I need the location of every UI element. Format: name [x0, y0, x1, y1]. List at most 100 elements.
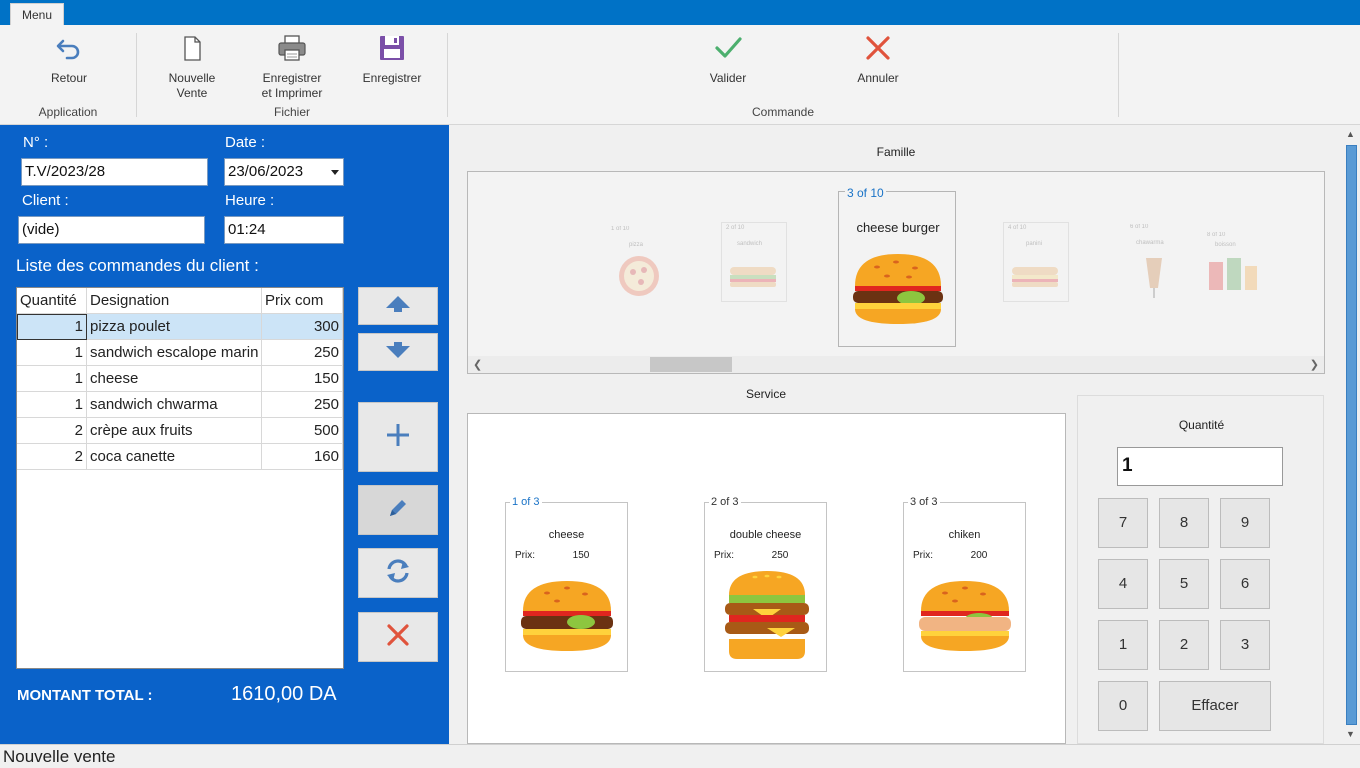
group-commande-label: Commande [751, 105, 815, 119]
key-0[interactable]: 0 [1098, 681, 1148, 731]
famille-item-cheese-burger[interactable]: 3 of 10 cheese burger [838, 186, 956, 347]
add-button[interactable] [358, 402, 438, 472]
cell-qty: 2 [17, 418, 87, 444]
famille-name: sandwich [737, 241, 763, 247]
famille-item-panini[interactable]: 4 of 10 panini [1003, 222, 1069, 302]
famille-item-sandwich[interactable]: 2 of 10 sandwich [721, 222, 787, 302]
plus-icon [385, 422, 411, 453]
retour-button[interactable]: Retour [40, 33, 98, 86]
service-list[interactable]: 1 of 3 cheese Prix: 150 2 of 3 double ch… [467, 413, 1066, 744]
famille-item-boisson[interactable]: 8 of 10 boisson [1203, 230, 1263, 300]
cell-qty: 1 [17, 392, 87, 418]
date-picker[interactable]: 23/06/2023 [224, 158, 344, 186]
key-4[interactable]: 4 [1098, 559, 1148, 609]
quantity-input[interactable]: 1 [1117, 447, 1283, 486]
famille-counter: 8 of 10 [1207, 232, 1226, 238]
service-name: chiken [948, 529, 981, 541]
group-application-label: Application [38, 105, 98, 119]
chevron-down-icon[interactable]: ▼ [1346, 729, 1355, 739]
client-field[interactable]: (vide) [18, 216, 205, 244]
chevron-up-icon[interactable]: ▲ [1346, 129, 1355, 139]
column-header-quantite[interactable]: Quantité [17, 288, 87, 314]
cell-qty: 2 [17, 444, 87, 470]
table-row[interactable]: 1 pizza poulet 300 [17, 314, 343, 340]
service-item-chiken[interactable]: 3 of 3 chiken Prix: 200 [903, 496, 1026, 672]
key-5[interactable]: 5 [1159, 559, 1209, 609]
vertical-scrollbar[interactable]: ▲ ▼ [1343, 125, 1360, 744]
table-row[interactable]: 2 crèpe aux fruits 500 [17, 418, 343, 444]
orders-table[interactable]: Quantité Designation Prix com 1 pizza po… [16, 287, 344, 669]
cell-price: 250 [262, 392, 343, 418]
chevron-down-icon[interactable] [331, 170, 339, 175]
price-value: 200 [970, 550, 988, 561]
quantity-keypad: Quantité 1 7 8 9 4 5 6 1 2 3 0 Effacer [1077, 395, 1324, 744]
nouvelle-vente-button[interactable]: Nouvelle Vente [160, 33, 224, 101]
enregistrer-imprimer-button[interactable]: Enregistrer et Imprimer [256, 33, 328, 101]
chevron-left-icon[interactable]: ❮ [473, 358, 482, 371]
famille-name: chawarma [1136, 240, 1164, 246]
table-row[interactable]: 1 cheese 150 [17, 366, 343, 392]
edit-button[interactable] [358, 485, 438, 535]
key-2[interactable]: 2 [1159, 620, 1209, 670]
close-icon [848, 33, 908, 63]
key-6[interactable]: 6 [1220, 559, 1270, 609]
num-field[interactable]: T.V/2023/28 [21, 158, 208, 186]
pos-app: Menu Retour Application Nouvelle Vente E… [0, 0, 1360, 768]
checkmark-icon [698, 33, 758, 63]
famille-item-chawarma[interactable]: 6 of 10 chawarma [1126, 222, 1198, 302]
delete-button[interactable] [358, 612, 438, 662]
column-header-designation[interactable]: Designation [87, 288, 262, 314]
service-item-double-cheese[interactable]: 2 of 3 double cheese Prix: 250 [704, 496, 827, 672]
price-value: 250 [771, 550, 789, 561]
status-bar: Nouvelle vente [0, 744, 1360, 768]
table-row[interactable]: 1 sandwich chwarma 250 [17, 392, 343, 418]
cell-designation: pizza poulet [87, 314, 262, 340]
nouvelle-vente-label-1: Nouvelle [168, 71, 216, 85]
burger-icon [521, 581, 613, 651]
order-panel: N° : T.V/2023/28 Date : 23/06/2023 Clien… [0, 125, 449, 744]
scroll-thumb[interactable] [1346, 145, 1357, 725]
price-label: Prix: [913, 550, 933, 561]
drinks-icon [1209, 258, 1257, 290]
sandwich-icon [730, 267, 776, 287]
service-title: Service [745, 387, 786, 401]
close-icon [386, 623, 410, 652]
key-3[interactable]: 3 [1220, 620, 1270, 670]
move-down-button[interactable] [358, 333, 438, 371]
cell-price: 150 [262, 366, 343, 392]
cell-price: 250 [262, 340, 343, 366]
undo-icon [40, 33, 98, 63]
move-up-button[interactable] [358, 287, 438, 325]
chevron-right-icon[interactable]: ❯ [1310, 358, 1319, 371]
service-item-cheese[interactable]: 1 of 3 cheese Prix: 150 [505, 496, 628, 672]
chawarma-icon [1146, 258, 1162, 298]
cell-price: 160 [262, 444, 343, 470]
famille-item-pizza[interactable]: 1 of 10 pizza [607, 224, 677, 304]
enregistrer-imprimer-label-1: Enregistrer [262, 71, 322, 85]
enregistrer-button[interactable]: Enregistrer [360, 33, 424, 86]
key-7[interactable]: 7 [1098, 498, 1148, 548]
famille-carousel[interactable]: 1 of 10 pizza 2 of 10 sandwich 4 of 10 p… [467, 171, 1325, 374]
enregistrer-label: Enregistrer [362, 71, 422, 85]
client-label: Client : [22, 192, 69, 209]
scroll-thumb[interactable] [650, 357, 732, 372]
famille-counter: 4 of 10 [1008, 225, 1027, 231]
cell-price: 500 [262, 418, 343, 444]
column-header-prix[interactable]: Prix com [262, 288, 343, 314]
clear-button[interactable]: Effacer [1159, 681, 1271, 731]
cell-designation: coca canette [87, 444, 262, 470]
annuler-button[interactable]: Annuler [848, 33, 908, 86]
total-label: MONTANT TOTAL : [17, 687, 153, 704]
table-row[interactable]: 1 sandwich escalope marin 250 [17, 340, 343, 366]
key-1[interactable]: 1 [1098, 620, 1148, 670]
heure-field[interactable]: 01:24 [224, 216, 344, 244]
table-row[interactable]: 2 coca canette 160 [17, 444, 343, 470]
menu-tab[interactable]: Menu [10, 3, 64, 25]
key-8[interactable]: 8 [1159, 498, 1209, 548]
refresh-button[interactable] [358, 548, 438, 598]
key-9[interactable]: 9 [1220, 498, 1270, 548]
valider-button[interactable]: Valider [698, 33, 758, 86]
new-document-icon [160, 33, 224, 63]
famille-scrollbar[interactable]: ❮ ❯ [468, 356, 1324, 373]
arrow-down-icon [384, 340, 412, 365]
